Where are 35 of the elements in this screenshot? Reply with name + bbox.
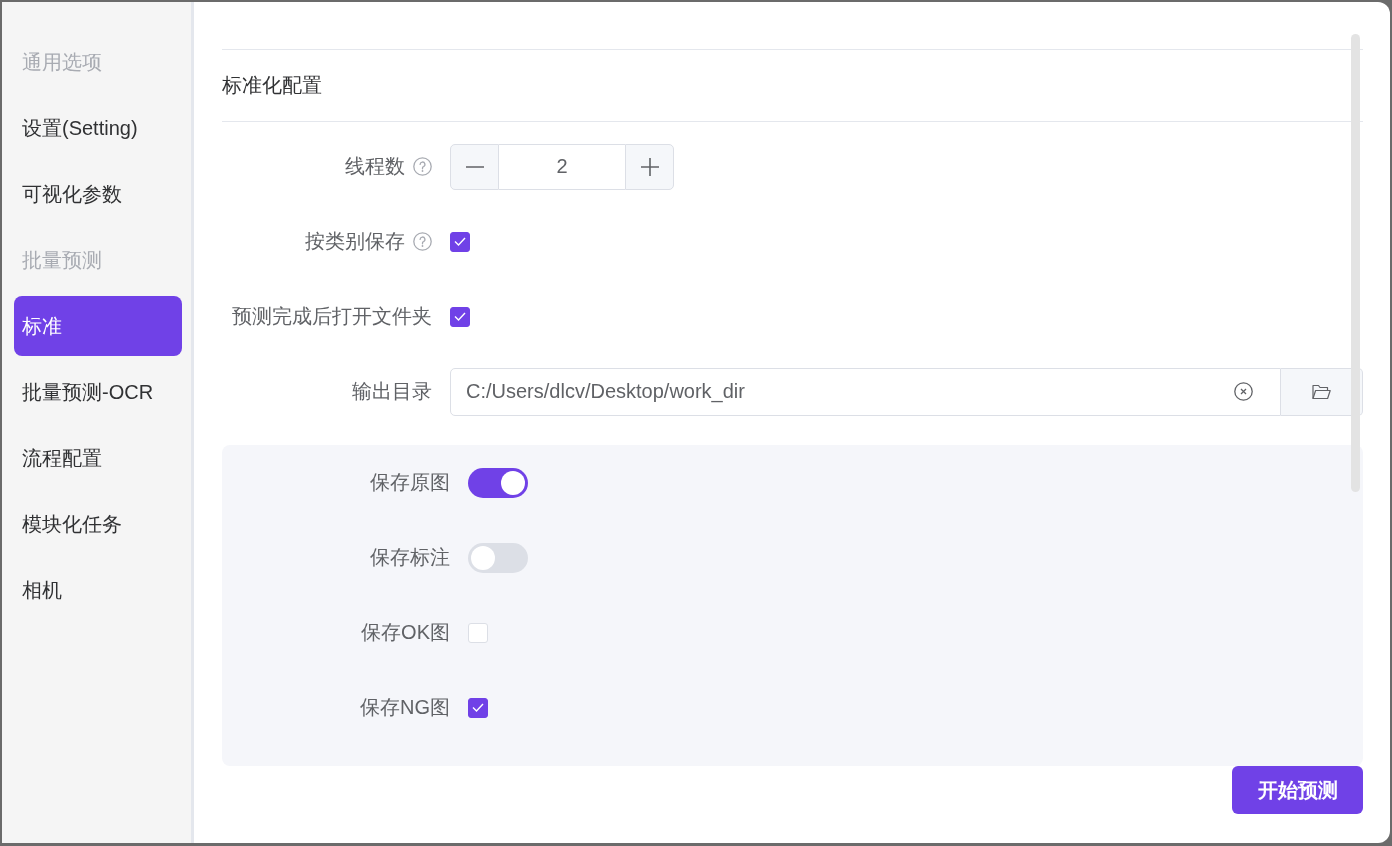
check-icon	[454, 237, 466, 246]
field-label: 保存OK图	[361, 620, 450, 645]
increase-button[interactable]	[625, 143, 674, 190]
sidebar-item[interactable]: 模块化任务	[14, 494, 182, 554]
checkbox[interactable]	[450, 306, 470, 327]
sidebar-item[interactable]: 相机	[14, 560, 182, 620]
check-icon	[454, 312, 466, 321]
field-label: 线程数	[345, 154, 405, 179]
toggle-switch[interactable]	[468, 467, 528, 498]
section-title: 标准化配置	[222, 73, 322, 98]
check-icon	[472, 703, 484, 712]
field-label: 输出目录	[352, 379, 432, 404]
scrollbar-thumb[interactable]	[1351, 34, 1360, 492]
plus-icon	[640, 157, 659, 176]
sidebar-group-heading: 批量预测	[21, 247, 103, 273]
sidebar-item[interactable]: 流程配置	[14, 428, 182, 488]
checkbox[interactable]	[468, 697, 488, 718]
sidebar-item[interactable]: 批量预测-OCR	[14, 362, 182, 422]
field-label: 保存NG图	[360, 695, 450, 720]
folder-icon	[1312, 383, 1331, 400]
field-label: 预测完成后打开文件夹	[232, 304, 432, 329]
field-label: 按类别保存	[305, 229, 405, 254]
minus-icon	[465, 165, 484, 168]
sidebar-item[interactable]: 可视化参数	[14, 164, 182, 224]
field-label: 保存标注	[370, 545, 450, 570]
sidebar-group-heading: 通用选项	[21, 49, 103, 75]
checkbox[interactable]	[450, 231, 470, 252]
start-button[interactable]: 开始预测	[1232, 766, 1363, 814]
number-field[interactable]: 2	[499, 143, 625, 190]
field-label: 保存原图	[370, 470, 450, 495]
clear-icon[interactable]	[1234, 381, 1253, 401]
sidebar-item[interactable]: 标准	[14, 296, 182, 356]
path-input[interactable]: C:/Users/dlcv/Desktop/work_dir	[450, 367, 1281, 416]
sidebar-item[interactable]: 设置(Setting)	[14, 98, 182, 158]
toggle-switch[interactable]	[468, 542, 528, 573]
